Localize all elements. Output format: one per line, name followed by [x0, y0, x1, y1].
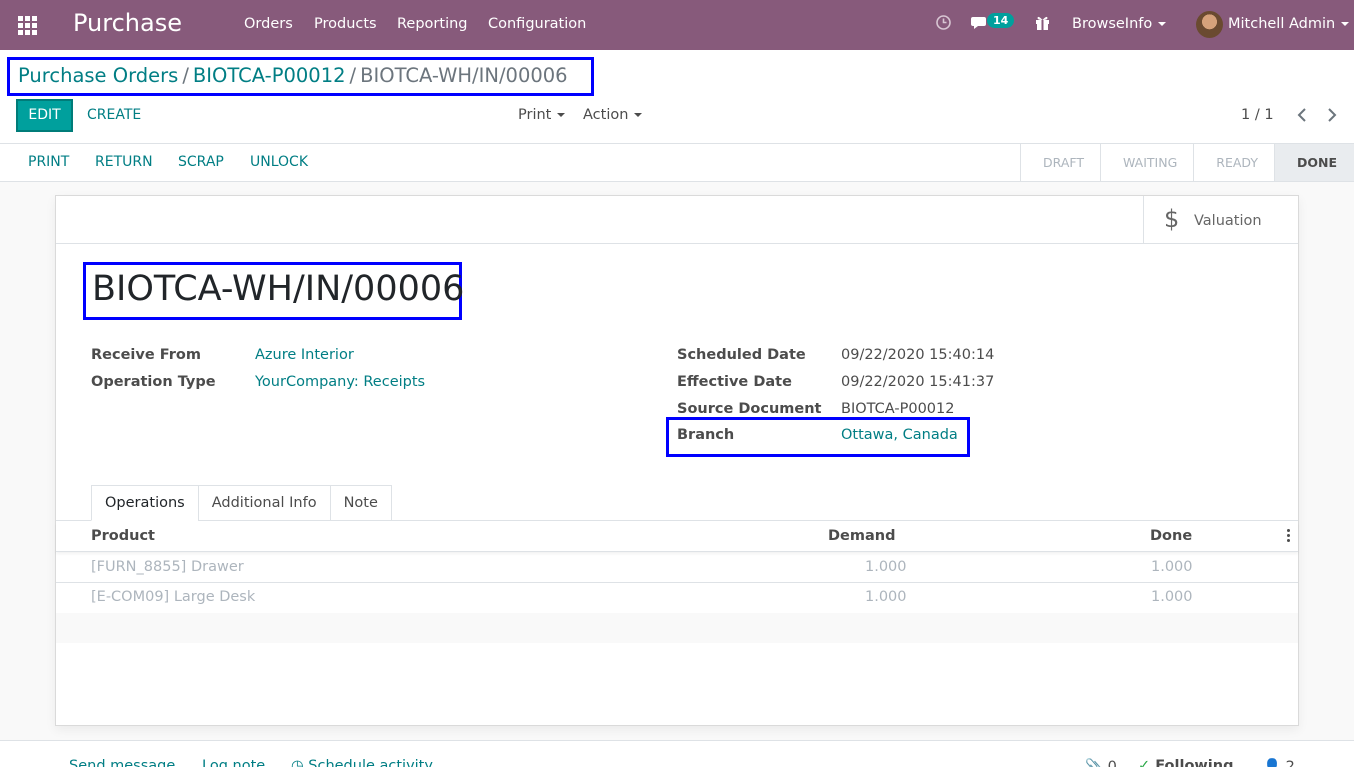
print-button[interactable]: PRINT: [28, 154, 69, 170]
scrap-button[interactable]: SCRAP: [178, 154, 224, 170]
row-done: 1.000: [1151, 589, 1193, 605]
breadcrumb-current: BIOTCA-WH/IN/00006: [360, 64, 568, 87]
valuation-button[interactable]: $ Valuation: [1143, 196, 1298, 244]
branch-value[interactable]: Ottawa, Canada: [841, 427, 958, 443]
paperclip-icon: 📎: [1085, 759, 1104, 767]
form-sheet: $ Valuation BIOTCA-WH/IN/00006 Receive F…: [55, 195, 1299, 726]
breadcrumb-purchase-orders[interactable]: Purchase Orders: [18, 64, 178, 87]
receive-from-value[interactable]: Azure Interior: [255, 347, 354, 363]
breadcrumb-purchase-order[interactable]: BIOTCA-P00012: [193, 64, 346, 87]
breadcrumb: Purchase Orders / BIOTCA-P00012/BIOTCA-WH/…: [18, 64, 568, 87]
smart-button-box: $ Valuation: [56, 196, 1298, 244]
column-done[interactable]: Done: [1150, 528, 1192, 544]
check-icon: ✓: [1138, 758, 1151, 767]
scheduled-date-label: Scheduled Date: [677, 347, 806, 363]
valuation-label: Valuation: [1194, 213, 1262, 229]
operation-type-value[interactable]: YourCompany: Receipts: [255, 374, 425, 390]
tab-note[interactable]: Note: [329, 485, 392, 521]
unlock-button[interactable]: UNLOCK: [250, 154, 308, 170]
chevron-down-icon: [634, 113, 643, 117]
optional-columns-icon[interactable]: [1287, 529, 1291, 544]
company-name: BrowseInfo: [1072, 16, 1153, 32]
chevron-down-icon: [557, 113, 566, 117]
table-header: Product Demand Done: [56, 522, 1298, 552]
tab-additional-info[interactable]: Additional Info: [197, 485, 331, 521]
menu-reporting[interactable]: Reporting: [397, 16, 468, 32]
following-button[interactable]: ✓ Following: [1138, 758, 1233, 767]
row-demand: 1.000: [865, 589, 907, 605]
pager-next-icon[interactable]: [1327, 107, 1337, 126]
send-message-button[interactable]: Send message: [69, 758, 175, 767]
edit-button[interactable]: EDIT: [16, 99, 73, 132]
statusbar: PRINT RETURN SCRAP UNLOCK DRAFT WAITING …: [0, 144, 1354, 182]
scheduled-date-value: 09/22/2020 15:40:14: [841, 347, 995, 363]
breadcrumb-separator: /: [349, 64, 357, 87]
print-dropdown-label: Print: [518, 107, 552, 123]
source-document-value: BIOTCA-P00012: [841, 401, 955, 417]
receive-from-label: Receive From: [91, 347, 201, 363]
notebook-tabs: Operations Additional Info Note: [91, 485, 392, 521]
schedule-activity-label: Schedule activity: [308, 758, 433, 767]
column-product[interactable]: Product: [91, 528, 155, 544]
chatter-bar: Send message Log note ◷ Schedule activit…: [0, 740, 1354, 767]
user-icon: 👤: [1263, 759, 1282, 767]
activity-clock-icon[interactable]: [935, 14, 952, 35]
messages-badge: 14: [987, 13, 1015, 28]
chevron-down-icon: [1341, 22, 1350, 26]
breadcrumb-separator: /: [182, 64, 189, 87]
source-document-label: Source Document: [677, 401, 822, 417]
stage-waiting: WAITING: [1099, 144, 1193, 181]
effective-date-label: Effective Date: [677, 374, 792, 390]
operation-type-label: Operation Type: [91, 374, 216, 390]
avatar[interactable]: [1196, 11, 1223, 38]
action-dropdown[interactable]: Action: [583, 107, 643, 123]
stage-done: DONE: [1273, 144, 1354, 181]
gift-icon[interactable]: [1035, 15, 1050, 35]
schedule-activity-button[interactable]: ◷ Schedule activity: [291, 758, 433, 767]
print-dropdown[interactable]: Print: [518, 107, 566, 123]
pager-value[interactable]: 1 / 1: [1241, 107, 1274, 123]
messages-icon[interactable]: [971, 16, 988, 35]
attachments-button[interactable]: 📎 0: [1085, 758, 1117, 767]
branch-label: Branch: [677, 427, 735, 443]
apps-menu-icon[interactable]: [18, 16, 38, 35]
menu-products[interactable]: Products: [314, 16, 377, 32]
user-name: Mitchell Admin: [1228, 16, 1336, 32]
app-name: Purchase: [73, 9, 182, 37]
record-title: BIOTCA-WH/IN/00006: [92, 269, 465, 309]
user-menu[interactable]: Mitchell Admin: [1228, 16, 1350, 32]
chevron-down-icon: [1158, 22, 1167, 26]
stage-draft: DRAFT: [1020, 144, 1100, 181]
table-row[interactable]: [E-COM09] Large Desk 1.000 1.000: [56, 583, 1298, 613]
effective-date-value: 09/22/2020 15:41:37: [841, 374, 995, 390]
top-navbar: Purchase Orders Products Reporting Confi…: [0, 0, 1354, 50]
tab-operations[interactable]: Operations: [91, 485, 199, 521]
pager-previous-icon[interactable]: [1297, 107, 1307, 126]
dollar-icon: $: [1164, 205, 1180, 233]
clock-icon: ◷: [291, 758, 304, 767]
company-switcher[interactable]: BrowseInfo: [1072, 16, 1167, 32]
row-done: 1.000: [1151, 559, 1193, 575]
column-demand[interactable]: Demand: [828, 528, 895, 544]
table-footer: [56, 613, 1298, 643]
followers-button[interactable]: 👤 2: [1263, 758, 1295, 767]
menu-configuration[interactable]: Configuration: [488, 16, 586, 32]
followers-count: 2: [1285, 759, 1295, 767]
table-row[interactable]: [FURN_8855] Drawer 1.000 1.000: [56, 553, 1298, 583]
row-demand: 1.000: [865, 559, 907, 575]
create-button[interactable]: CREATE: [87, 107, 141, 123]
action-dropdown-label: Action: [583, 107, 629, 123]
menu-orders[interactable]: Orders: [244, 16, 293, 32]
status-stages: DRAFT WAITING READY DONE: [1020, 144, 1354, 181]
stage-ready: READY: [1193, 144, 1274, 181]
row-product: [FURN_8855] Drawer: [91, 559, 244, 575]
return-button[interactable]: RETURN: [95, 154, 153, 170]
following-label: Following: [1155, 758, 1234, 767]
log-note-button[interactable]: Log note: [202, 758, 265, 767]
attachments-count: 0: [1107, 759, 1117, 767]
row-product: [E-COM09] Large Desk: [91, 589, 256, 605]
control-panel: Purchase Orders / BIOTCA-P00012/BIOTCA-WH/…: [0, 50, 1354, 144]
